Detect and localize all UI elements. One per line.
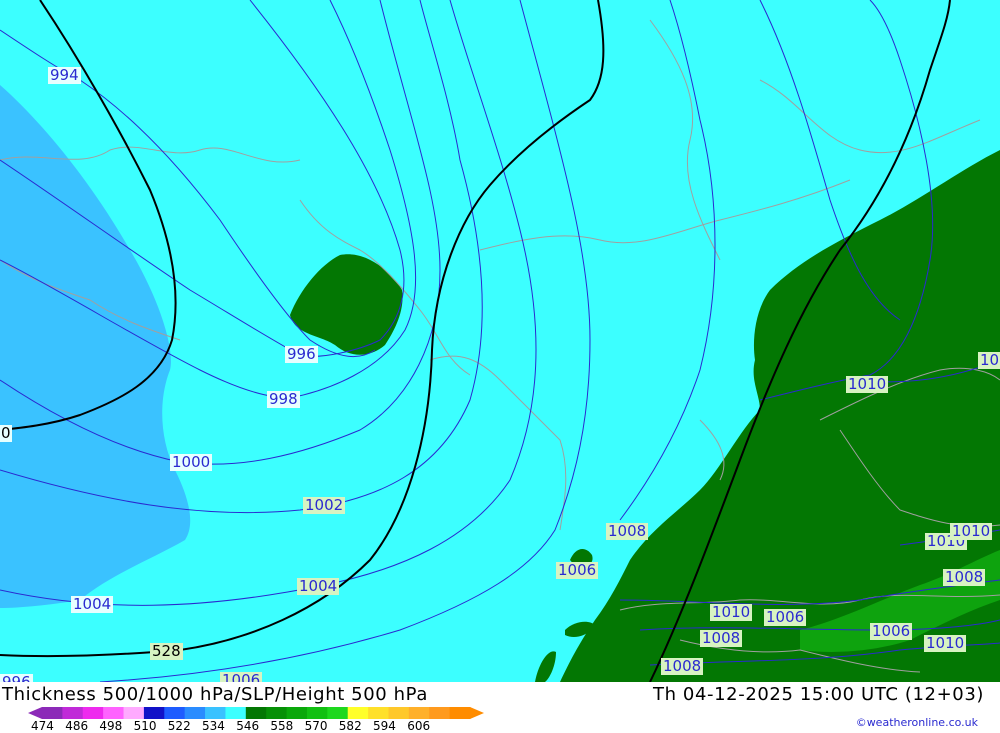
legend-swatch [103,707,125,719]
isobar-label: 1006 [870,622,913,640]
legend-swatch [266,707,288,719]
legend-tick-label: 486 [65,719,89,733]
legend-ticks: 474 486 498 510 522 534 546 558 570 582 594 606 [0,719,520,733]
legend-tick-label: 474 [31,719,54,733]
legend-swatch [164,707,186,719]
legend-tick-label: 510 [133,719,157,733]
legend-swatch [429,707,451,719]
legend-swatch [225,707,247,719]
legend-tick-label: 582 [338,719,362,733]
isobar-label: 1002 [303,496,346,514]
isobar-label: 1010 [710,603,753,621]
isobar-label: 1006 [220,672,263,682]
isobar-label: 1010 [924,634,967,652]
legend-arrow-high [470,707,484,719]
legend-swatch [388,707,410,719]
legend-tick-label: 570 [304,719,328,733]
isobar-label: 1006 [556,561,599,579]
height-label: 0 [0,424,12,442]
isobar-label: 1000 [170,453,213,471]
legend-tick-label: 546 [236,719,260,733]
legend-swatch [408,707,430,719]
map-title: Thickness 500/1000 hPa/SLP/Height 500 hP… [2,684,428,705]
weather-map [0,0,1000,682]
legend-swatch [82,707,104,719]
isobar-label: 1010 [846,375,889,393]
legend-swatch [245,707,267,719]
isobar-label: 1006 [764,608,807,626]
legend-tick-label: 558 [270,719,294,733]
legend-swatch [62,707,84,719]
credit-link[interactable]: ©weatheronline.co.uk [856,716,978,729]
isobar-label: 994 [48,66,81,84]
legend-tick-label: 534 [202,719,225,733]
legend-tick-label: 606 [407,719,431,733]
legend-arrow-low [28,707,42,719]
isobar-label: 998 [267,390,300,408]
height-label: 528 [150,642,183,660]
isobar-label: 1004 [297,577,340,595]
legend-swatch [184,707,206,719]
legend-swatch [123,707,145,719]
legend-tick-label: 594 [373,719,396,733]
legend-swatch [306,707,328,719]
legend-swatch [368,707,389,719]
isobar-label: 1008 [661,657,704,675]
map-valid-time: Th 04-12-2025 15:00 UTC (12+03) [653,684,984,705]
isobar-label: 1010 [950,522,993,540]
color-legend [28,707,484,719]
legend-swatch [42,707,63,719]
legend-swatch [327,707,349,719]
isobar-label: 1008 [700,629,743,647]
legend-swatch [286,707,308,719]
legend-swatch [449,707,471,719]
isobar-label: 996 [285,345,318,363]
isobar-label-partial: 996 [0,674,33,682]
legend-tick-label: 522 [167,719,191,733]
legend-swatch [143,707,165,719]
legend-tick-label: 498 [99,719,123,733]
isobar-label: 10 [978,351,1000,369]
legend-swatch [205,707,226,719]
legend-swatch [347,707,369,719]
isobar-label: 1004 [71,595,114,613]
isobar-label: 1008 [943,568,986,586]
isobar-label: 1008 [606,522,649,540]
